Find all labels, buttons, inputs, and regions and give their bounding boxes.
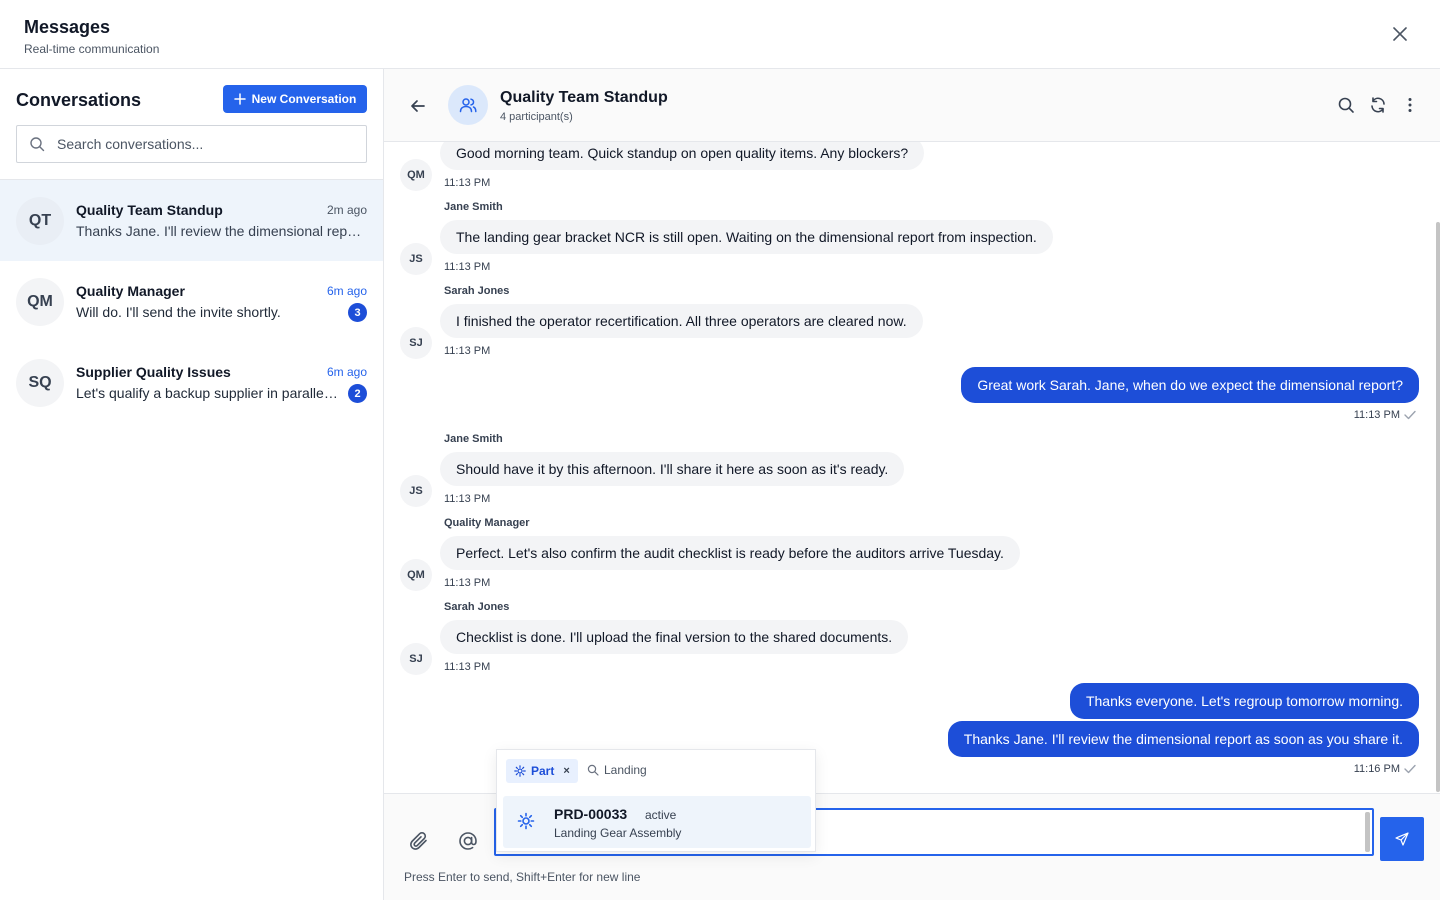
message-bubble: Perfect. Let's also confirm the audit ch… xyxy=(440,536,1020,570)
avatar: QM xyxy=(16,278,64,326)
at-sign-icon xyxy=(459,832,477,850)
more-vertical-icon xyxy=(1408,98,1412,112)
send-icon xyxy=(1395,832,1409,846)
message-thread: Good morning team. Quick standup on open… xyxy=(384,142,1440,793)
conversation-preview: Let's qualify a backup supplier in paral… xyxy=(76,385,340,401)
message-bubble: Should have it by this afternoon. I'll s… xyxy=(440,452,905,486)
mention-result-item[interactable]: PRD-00033 active Landing Gear Assembly xyxy=(503,796,811,848)
conversation-item[interactable]: QT Quality Team Standup 2m ago Thanks Ja… xyxy=(0,180,383,261)
attach-button[interactable] xyxy=(408,830,430,852)
message-time: 11:13 PM xyxy=(444,261,491,273)
sender-avatar: SJ xyxy=(400,327,432,359)
mention-button[interactable] xyxy=(457,830,479,852)
message-time: 11:13 PM xyxy=(444,493,491,505)
search-icon xyxy=(1338,97,1354,113)
sidebar-title: Conversations xyxy=(16,90,142,110)
filter-chip-label: Part xyxy=(531,764,555,778)
sender-avatar: SJ xyxy=(400,643,432,675)
gear-icon xyxy=(514,765,526,777)
message-time: 11:13 PM xyxy=(1353,409,1400,421)
filter-chip[interactable]: Part × xyxy=(506,759,578,783)
plus-icon xyxy=(233,93,246,105)
users-icon xyxy=(459,98,477,113)
remove-filter-button[interactable]: × xyxy=(563,765,569,777)
mention-popup: Part × PRD-00033 active Landing Gear Ass… xyxy=(496,749,816,852)
back-arrow-icon xyxy=(411,100,425,112)
message-time: 11:13 PM xyxy=(444,661,491,673)
thread-scrollbar[interactable] xyxy=(1436,222,1440,792)
group-avatar xyxy=(448,85,488,125)
conversation-preview: Will do. I'll send the invite shortly. xyxy=(76,304,281,320)
page-title: Messages xyxy=(24,17,111,37)
conversation-item[interactable]: QM Quality Manager 6m ago Will do. I'll … xyxy=(0,261,383,342)
message-meta: 11:16 PM xyxy=(1354,763,1416,775)
conversation-item[interactable]: SQ Supplier Quality Issues 6m ago Let's … xyxy=(0,342,383,423)
chat-header: Quality Team Standup 4 participant(s) xyxy=(384,69,1440,142)
refresh-icon xyxy=(1371,97,1385,113)
check-icon xyxy=(1404,764,1416,774)
conversations-sidebar: Conversations New Conversation QT Qualit… xyxy=(0,69,384,900)
conversation-time: 6m ago xyxy=(326,284,367,298)
mention-search[interactable] xyxy=(587,763,804,777)
conversation-preview: Thanks Jane. I'll review the dimensional… xyxy=(76,223,368,239)
unread-badge: 3 xyxy=(348,303,367,322)
new-conversation-button[interactable]: New Conversation xyxy=(223,85,367,113)
participant-count: 4 participant(s) xyxy=(500,111,573,123)
sender-name: Jane Smith xyxy=(444,201,503,213)
result-id: PRD-00033 xyxy=(554,806,628,822)
chat-title: Quality Team Standup xyxy=(500,89,668,106)
message-bubble: Checklist is done. I'll upload the final… xyxy=(440,620,909,654)
search-icon xyxy=(587,764,599,776)
mention-search-input[interactable] xyxy=(604,763,804,777)
sender-name: Jane Smith xyxy=(444,433,503,445)
input-scrollbar[interactable] xyxy=(1365,812,1370,852)
sender-name: Sarah Jones xyxy=(444,285,510,297)
sender-avatar: QM xyxy=(400,559,432,591)
sender-avatar: QM xyxy=(400,159,432,191)
conversation-name: Quality Team Standup xyxy=(76,202,223,218)
message-outgoing: Thanks everyone. Let's regroup tomorrow … xyxy=(1069,683,1419,719)
message-time: 11:13 PM xyxy=(444,577,491,589)
message-outgoing: Thanks Jane. I'll review the dimensional… xyxy=(947,721,1419,757)
search-conversations[interactable] xyxy=(16,125,367,163)
search-icon xyxy=(30,137,45,152)
conversation-time: 2m ago xyxy=(326,203,367,217)
conversation-list: QT Quality Team Standup 2m ago Thanks Ja… xyxy=(0,179,383,423)
avatar: QT xyxy=(16,197,64,245)
message-bubble: I finished the operator recertification.… xyxy=(440,304,923,338)
close-button[interactable] xyxy=(1390,24,1410,44)
result-status: active xyxy=(645,808,677,822)
message-meta: 11:13 PM xyxy=(1354,409,1416,421)
conversation-time: 6m ago xyxy=(326,365,367,379)
more-options-button[interactable] xyxy=(1401,96,1419,114)
conversation-name: Supplier Quality Issues xyxy=(76,364,231,380)
composer-hint: Press Enter to send, Shift+Enter for new… xyxy=(404,870,641,884)
search-messages-button[interactable] xyxy=(1337,96,1355,114)
close-icon xyxy=(1393,27,1407,41)
send-button[interactable] xyxy=(1380,817,1424,861)
sender-name: Quality Manager xyxy=(444,517,530,529)
avatar: SQ xyxy=(16,359,64,407)
sender-avatar: JS xyxy=(400,243,432,275)
paperclip-icon xyxy=(410,832,427,850)
message-bubble: Good morning team. Quick standup on open… xyxy=(440,142,925,170)
app-header: Messages Real-time communication xyxy=(0,0,1440,69)
message-time: 11:13 PM xyxy=(444,345,491,357)
unread-badge: 2 xyxy=(348,384,367,403)
new-conversation-label: New Conversation xyxy=(251,92,357,106)
sender-avatar: JS xyxy=(400,475,432,507)
gear-icon xyxy=(517,812,535,830)
conversation-name: Quality Manager xyxy=(76,283,185,299)
sender-name: Sarah Jones xyxy=(444,601,510,613)
result-name: Landing Gear Assembly xyxy=(554,826,682,840)
message-time: 11:13 PM xyxy=(444,177,491,189)
refresh-button[interactable] xyxy=(1369,96,1387,114)
search-input[interactable] xyxy=(57,136,347,152)
back-button[interactable] xyxy=(408,96,428,116)
message-time: 11:16 PM xyxy=(1353,763,1400,775)
check-icon xyxy=(1404,410,1416,420)
message-bubble: The landing gear bracket NCR is still op… xyxy=(440,220,1053,254)
page-subtitle: Real-time communication xyxy=(24,42,160,56)
message-outgoing: Great work Sarah. Jane, when do we expec… xyxy=(961,367,1419,403)
